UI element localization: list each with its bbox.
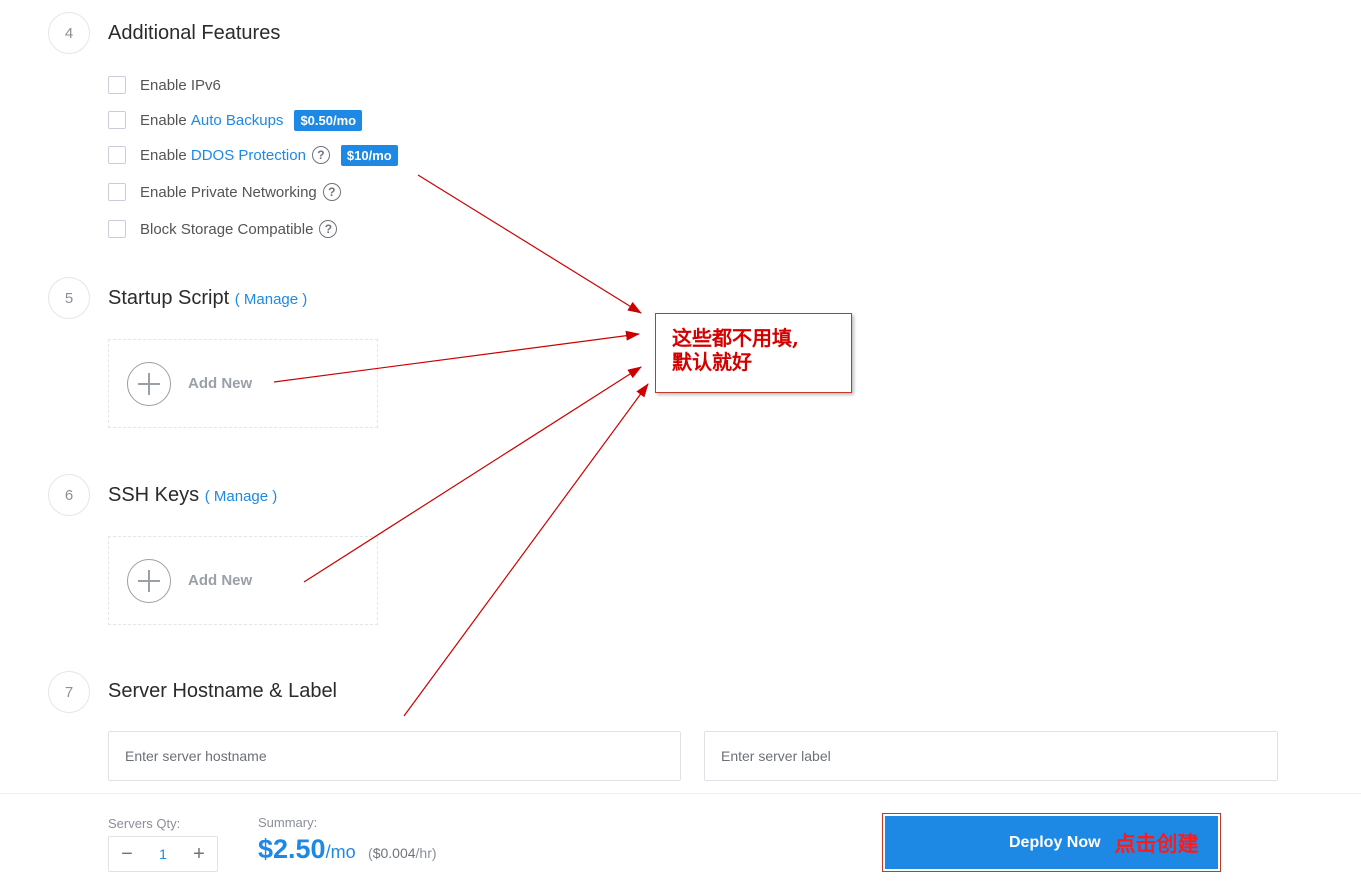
private-networking-help-icon[interactable]: ? [322,183,341,201]
ssh-keys-title: SSH Keys [108,484,200,506]
quantity-stepper[interactable]: − 1 + [108,836,218,872]
ipv6-checkbox[interactable] [108,76,126,94]
step-number-6: 6 [48,474,90,516]
hourly-unit: /hr) [415,845,437,861]
ssh-keys-manage: ( Manage ) [205,488,278,505]
arrow-from-hostname [403,383,649,717]
ddos-protection-link[interactable]: DDOS Protection [191,147,306,164]
add-new-label: Add New [188,572,253,589]
label-input[interactable] [704,731,1278,781]
ddos-help-icon[interactable]: ? [311,146,330,164]
option-auto-backups[interactable]: Enable Auto Backups $0.50/mo [108,109,363,131]
ipv6-label: Enable IPv6 [140,76,221,94]
ddos-price-badge: $10/mo [340,144,398,166]
annotation-note-line-2: 默认就好 [672,350,752,374]
startup-script-manage: ( Manage ) [235,291,308,308]
qty-value[interactable]: 1 [145,846,181,862]
manage-paren-open: ( [204,488,214,505]
hourly-value: $0.004 [372,845,416,861]
plus-circle-icon [127,361,171,406]
plus-circle-icon [127,558,171,603]
section-title-startup-script: Startup Script ( Manage ) [108,287,307,310]
annotation-deploy-note: 点击创建 [1114,830,1199,856]
hostname-input[interactable] [108,731,681,781]
annotation-note-line-1: 这些都不用填, [672,326,799,350]
ssh-keys-manage-link[interactable]: Manage [214,488,268,505]
option-ipv6[interactable]: Enable IPv6 [108,74,221,96]
summary-label: Summary: [258,815,318,830]
auto-backups-link[interactable]: Auto Backups [191,112,284,129]
step-number-4: 4 [48,12,90,54]
manage-paren-open: ( [234,291,244,308]
private-networking-label: Enable Private Networking [140,183,317,201]
hourly-price: ($0.004/hr) [368,845,437,861]
block-storage-checkbox[interactable] [108,220,126,238]
add-new-label: Add New [188,375,253,392]
startup-script-manage-link[interactable]: Manage [244,291,298,308]
startup-script-title: Startup Script [108,287,230,309]
step-number-7: 7 [48,671,90,713]
section-title-hostname: Server Hostname & Label [108,680,338,702]
arrow-from-features [417,174,642,314]
qty-plus-button[interactable]: + [181,843,217,866]
private-networking-checkbox[interactable] [108,183,126,201]
auto-backups-price-badge: $0.50/mo [294,109,363,131]
step-number-5: 5 [48,277,90,319]
manage-paren-close: ) [268,488,278,505]
option-private-networking[interactable]: Enable Private Networking ? [108,181,341,203]
monthly-price-unit: /mo [325,842,356,862]
auto-backups-prefix: Enable [140,111,191,129]
option-block-storage[interactable]: Block Storage Compatible ? [108,218,338,240]
servers-qty-label: Servers Qty: [108,816,181,831]
annotation-note-box: 这些都不用填, 默认就好 [655,313,852,393]
qty-minus-button[interactable]: − [109,843,145,866]
ddos-prefix: Enable [140,146,191,164]
section-title-ssh-keys: SSH Keys ( Manage ) [108,484,277,507]
deploy-button-highlight: Deploy Now 点击创建 [882,813,1221,872]
auto-backups-checkbox[interactable] [108,111,126,129]
deploy-now-label: Deploy Now [1009,833,1101,851]
section-title-additional-features: Additional Features [108,22,281,44]
ddos-checkbox[interactable] [108,146,126,164]
price-summary: $2.50/mo ($0.004/hr) [258,834,437,865]
manage-paren-close: ) [298,291,308,308]
block-storage-label: Block Storage Compatible [140,220,314,238]
ssh-keys-add-new[interactable]: Add New [108,536,378,625]
startup-script-add-new[interactable]: Add New [108,339,378,428]
monthly-price: $2.50 [258,834,326,864]
block-storage-help-icon[interactable]: ? [319,220,338,238]
deploy-now-button[interactable]: Deploy Now 点击创建 [885,816,1218,869]
option-ddos-protection[interactable]: Enable DDOS Protection ? $10/mo [108,144,398,166]
